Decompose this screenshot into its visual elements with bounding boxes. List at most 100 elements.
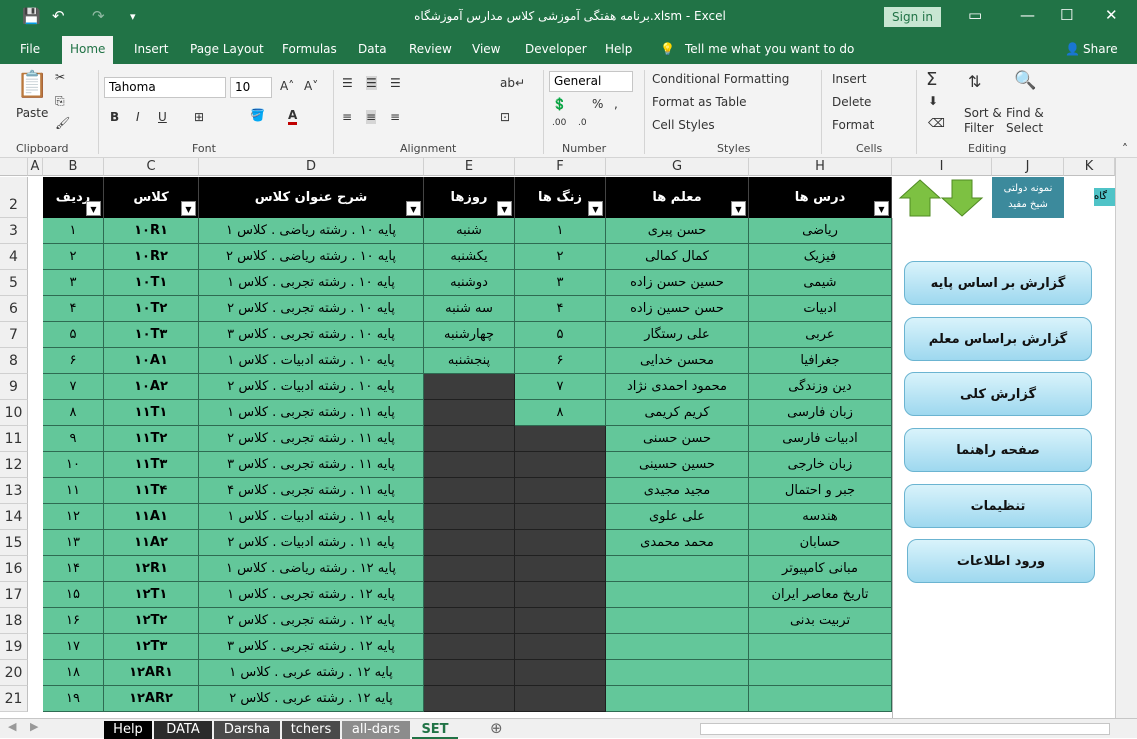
table-cell-dars[interactable]: تربیت بدنی (749, 608, 892, 634)
format-cells-button[interactable]: Format (832, 118, 874, 132)
table-cell-sharh[interactable]: پایه ۱۲ . رشته تجربی . کلاس ۱ (199, 582, 424, 608)
accounting-format-icon[interactable]: 💲 (552, 97, 567, 111)
tab-review[interactable]: Review (409, 42, 452, 56)
table-cell-rooz[interactable] (424, 426, 515, 452)
tab-help[interactable]: Help (605, 42, 632, 56)
autosum-icon[interactable]: Σ (926, 69, 937, 90)
table-cell-radif[interactable]: ۱۴ (43, 556, 104, 582)
decrease-font-icon[interactable]: A˅ (304, 79, 318, 93)
table-cell-kelas[interactable]: ۱۱T۱ (104, 400, 199, 426)
table-cell-kelas[interactable]: ۱۲T۲ (104, 608, 199, 634)
paste-label[interactable]: Paste (16, 106, 48, 120)
column-header-c[interactable]: C (104, 158, 199, 176)
table-cell-dars[interactable]: ادبیات فارسی (749, 426, 892, 452)
increase-decimal-icon[interactable]: .00 (552, 118, 566, 128)
column-header-b[interactable]: B (43, 158, 104, 176)
table-cell-kelas[interactable]: ۱۱T۳ (104, 452, 199, 478)
underline-icon[interactable]: U (158, 110, 167, 124)
tab-insert[interactable]: Insert (134, 42, 168, 56)
table-cell-radif[interactable]: ۱۷ (43, 634, 104, 660)
table-cell-moalem[interactable] (606, 660, 749, 686)
table-cell-zang[interactable] (515, 686, 606, 712)
table-cell-kelas[interactable]: ۱۲AR۱ (104, 660, 199, 686)
table-cell-radif[interactable]: ۷ (43, 374, 104, 400)
cell-styles-button[interactable]: Cell Styles (652, 118, 715, 132)
table-cell-rooz[interactable]: یکشنبه (424, 244, 515, 270)
sheet-tab-darsha[interactable]: Darsha (214, 721, 280, 739)
table-cell-radif[interactable]: ۱۲ (43, 504, 104, 530)
table-cell-rooz[interactable] (424, 608, 515, 634)
table-cell-sharh[interactable]: پایه ۱۱ . رشته تجربی . کلاس ۱ (199, 400, 424, 426)
row-header[interactable]: 12 (0, 452, 28, 478)
table-cell-radif[interactable]: ۳ (43, 270, 104, 296)
table-cell-dars[interactable]: ریاضی (749, 218, 892, 244)
table-cell-kelas[interactable]: ۱۲T۳ (104, 634, 199, 660)
table-cell-sharh[interactable]: پایه ۱۰ . رشته تجربی . کلاس ۱ (199, 270, 424, 296)
number-format-select[interactable]: General (549, 71, 633, 92)
tab-scroll-left-icon[interactable]: ◀ (8, 720, 16, 733)
table-cell-dars[interactable]: عربی (749, 322, 892, 348)
horizontal-scrollbar[interactable] (700, 723, 1110, 735)
tab-scroll-right-icon[interactable]: ▶ (30, 720, 38, 733)
table-cell-rooz[interactable]: چهارشنبه (424, 322, 515, 348)
table-cell-zang[interactable]: ۴ (515, 296, 606, 322)
table-cell-moalem[interactable]: محمود احمدی نژاد (606, 374, 749, 400)
table-cell-sharh[interactable]: پایه ۱۰ . رشته ریاضی . کلاس ۲ (199, 244, 424, 270)
table-cell-dars[interactable] (749, 634, 892, 660)
tab-home[interactable]: Home (62, 36, 114, 64)
table-cell-moalem[interactable] (606, 556, 749, 582)
table-cell-zang[interactable]: ۳ (515, 270, 606, 296)
wrap-text-icon[interactable]: ab↵ (500, 76, 525, 90)
column-header-g[interactable]: G (606, 158, 749, 176)
table-cell-sharh[interactable]: پایه ۱۲ . رشته ریاضی . کلاس ۱ (199, 556, 424, 582)
report-by-grade-button[interactable]: گزارش بر اساس پایه (904, 261, 1092, 305)
table-cell-radif[interactable]: ۱ (43, 218, 104, 244)
table-cell-dars[interactable]: تاریخ معاصر ایران (749, 582, 892, 608)
table-cell-sharh[interactable]: پایه ۱۰ . رشته تجربی . کلاس ۳ (199, 322, 424, 348)
table-cell-zang[interactable]: ۷ (515, 374, 606, 400)
tab-view[interactable]: View (472, 42, 500, 56)
table-cell-dars[interactable] (749, 660, 892, 686)
sheet-tab-tchers[interactable]: tchers (282, 721, 340, 739)
copy-icon[interactable]: ⎘ (55, 94, 65, 109)
table-cell-kelas[interactable]: ۱۰A۱ (104, 348, 199, 374)
table-cell-zang[interactable] (515, 530, 606, 556)
sheet-tab-data[interactable]: DATA (154, 721, 212, 739)
table-cell-zang[interactable]: ۶ (515, 348, 606, 374)
table-cell-sharh[interactable]: پایه ۱۱ . رشته ادبیات . کلاس ۲ (199, 530, 424, 556)
clear-icon[interactable]: ⌫ (928, 116, 945, 130)
tab-formulas[interactable]: Formulas (282, 42, 337, 56)
table-cell-dars[interactable]: حسابان (749, 530, 892, 556)
column-header-e[interactable]: E (424, 158, 515, 176)
table-cell-kelas[interactable]: ۱۰T۲ (104, 296, 199, 322)
table-cell-rooz[interactable]: دوشنبه (424, 270, 515, 296)
table-cell-kelas[interactable]: ۱۲AR۲ (104, 686, 199, 712)
table-cell-rooz[interactable] (424, 634, 515, 660)
table-cell-radif[interactable]: ۱۳ (43, 530, 104, 556)
filter-dropdown-icon[interactable]: ▼ (86, 201, 101, 216)
sign-in-button[interactable]: Sign in (884, 7, 941, 27)
row-header[interactable]: 6 (0, 296, 28, 322)
table-cell-radif[interactable]: ۹ (43, 426, 104, 452)
table-cell-dars[interactable]: دین وزندگی (749, 374, 892, 400)
table-cell-zang[interactable] (515, 426, 606, 452)
column-header-i[interactable]: I (892, 158, 992, 176)
comma-style-icon[interactable]: , (614, 97, 618, 111)
column-header-h[interactable]: H (749, 158, 892, 176)
tab-page-layout[interactable]: Page Layout (190, 42, 264, 56)
new-sheet-icon[interactable]: ⊕ (490, 719, 503, 737)
insert-cells-button[interactable]: Insert (832, 72, 866, 86)
table-cell-rooz[interactable] (424, 582, 515, 608)
tell-me-search[interactable]: Tell me what you want to do (685, 42, 854, 56)
row-header[interactable]: 18 (0, 608, 28, 634)
table-cell-dars[interactable]: هندسه (749, 504, 892, 530)
table-cell-sharh[interactable]: پایه ۱۲ . رشته عربی . کلاس ۱ (199, 660, 424, 686)
table-cell-dars[interactable]: جغرافیا (749, 348, 892, 374)
table-cell-sharh[interactable]: پایه ۱۰ . رشته ادبیات . کلاس ۱ (199, 348, 424, 374)
arrows-graphic[interactable] (898, 178, 986, 218)
table-cell-dars[interactable]: زبان فارسی (749, 400, 892, 426)
filter-dropdown-icon[interactable]: ▼ (731, 201, 746, 216)
table-cell-zang[interactable]: ۲ (515, 244, 606, 270)
table-cell-zang[interactable]: ۸ (515, 400, 606, 426)
sort-filter-icon[interactable]: ⇅ (968, 72, 981, 91)
